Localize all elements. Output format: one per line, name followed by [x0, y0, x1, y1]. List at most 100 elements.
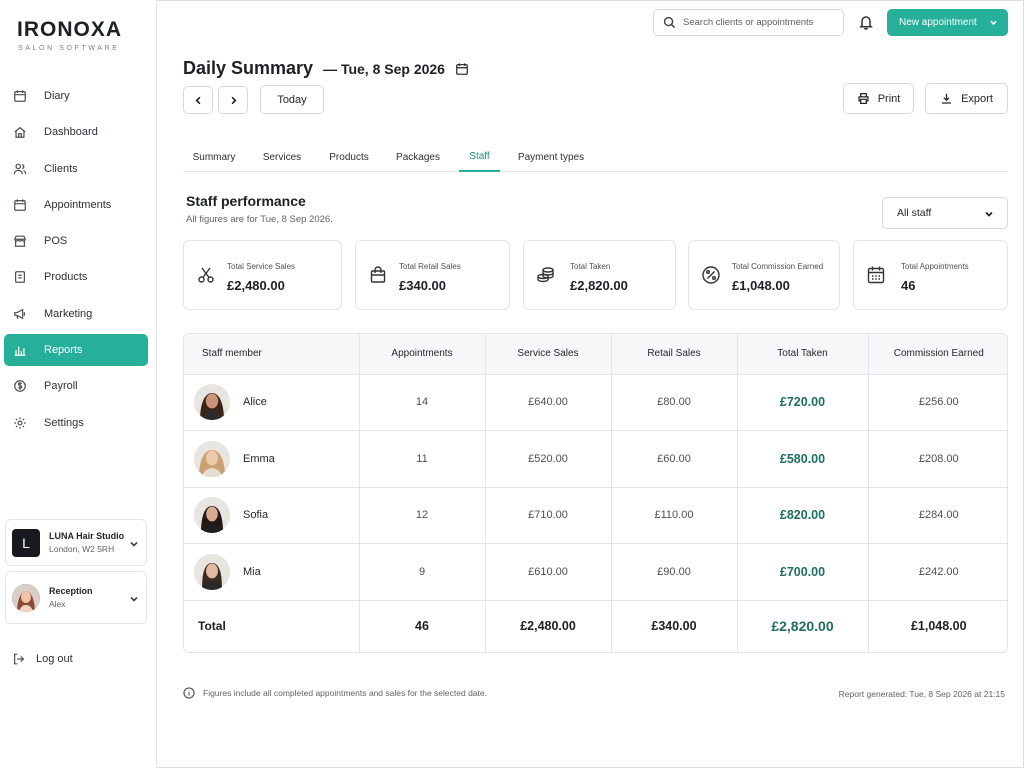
home-icon	[12, 124, 28, 140]
table-header-row: Staff member Appointments Service Sales …	[184, 334, 1007, 375]
coin-icon	[12, 378, 28, 394]
tab-summary[interactable]: Summary	[183, 142, 245, 172]
sidebar-item-pos[interactable]: POS	[4, 225, 148, 257]
sidebar-item-diary[interactable]: Diary	[4, 80, 148, 112]
cell-commission: £284.00	[868, 487, 1007, 544]
print-label: Print	[877, 92, 901, 105]
kpi-card-retail-sales: Total Retail Sales £340.00	[355, 240, 510, 310]
sidebar-item-label: Products	[44, 271, 88, 284]
kpi-label: Total Service Sales	[227, 262, 296, 271]
kpi-value: £340.00	[399, 278, 446, 293]
previous-day-button[interactable]	[183, 86, 213, 114]
date-picker-button[interactable]	[455, 62, 469, 79]
printer-icon	[858, 93, 869, 104]
brand-logo[interactable]: IRONOXA SALON SOFTWARE	[17, 18, 122, 52]
user-switcher[interactable]: Reception Alex	[5, 571, 147, 624]
staff-name: Sofia	[243, 509, 269, 522]
total-service-sales: £2,480.00	[485, 600, 612, 652]
tab-payment-types[interactable]: Payment types	[511, 142, 591, 172]
print-button[interactable]: Print	[843, 83, 914, 114]
cell-total-taken: £580.00	[737, 430, 869, 488]
sidebar-item-clients[interactable]: Clients	[4, 153, 148, 185]
tab-staff[interactable]: Staff	[459, 142, 500, 172]
brand-name: IRONOXA	[17, 18, 123, 41]
next-day-button[interactable]	[218, 86, 248, 114]
megaphone-icon	[12, 306, 28, 322]
staff-name: Mia	[243, 565, 261, 578]
page-title-text: Daily Summary	[183, 58, 314, 78]
kpi-label: Total Retail Sales	[399, 262, 461, 271]
today-button[interactable]: Today	[260, 85, 324, 114]
column-header-service-sales[interactable]: Service Sales	[485, 334, 612, 375]
search-box[interactable]	[653, 9, 844, 36]
sidebar-item-appointments[interactable]: Appointments	[4, 189, 148, 221]
chevron-down-icon	[989, 18, 998, 30]
kpi-value: 46	[901, 278, 916, 293]
sidebar-item-label: Marketing	[44, 307, 93, 320]
total-retail-sales: £340.00	[611, 600, 738, 652]
table-row[interactable]: Emma 11 £520.00 £60.00 £580.00 £208.00	[184, 430, 1007, 488]
sidebar-item-products[interactable]: Products	[4, 261, 148, 293]
logout-link[interactable]: Log out	[12, 652, 73, 666]
report-tabs: Summary Services Products Packages Staff…	[183, 142, 1008, 172]
column-header-appointments[interactable]: Appointments	[359, 334, 486, 375]
export-button[interactable]: Export	[925, 83, 1008, 114]
sidebar-item-settings[interactable]: Settings	[4, 407, 148, 439]
tab-products[interactable]: Products	[319, 142, 379, 172]
sidebar-item-payroll[interactable]: Payroll	[4, 370, 148, 402]
calendar-icon	[12, 197, 28, 213]
cell-service-sales: £640.00	[485, 374, 612, 431]
total-appointments: 46	[359, 600, 486, 652]
column-header-retail-sales[interactable]: Retail Sales	[611, 334, 738, 375]
shop-icon	[12, 233, 28, 249]
sidebar-item-label: Settings	[44, 416, 84, 429]
total-commission: £1,048.00	[910, 619, 967, 634]
footer-note: Figures include all completed appointmen…	[183, 687, 487, 699]
avatar	[194, 497, 230, 534]
sidebar-item-marketing[interactable]: Marketing	[4, 298, 148, 330]
sidebar-nav: Diary Dashboard Clients Appointments POS…	[4, 80, 148, 443]
column-header-commission[interactable]: Commission Earned	[868, 334, 1007, 375]
column-header-staff[interactable]: Staff member	[184, 334, 360, 375]
logout-label: Log out	[36, 653, 73, 665]
cell-retail-sales: £80.00	[611, 374, 738, 431]
sidebar-item-label: POS	[44, 235, 68, 248]
table-total-row: Total 46 £2,480.00 £340.00 £2,820.00 £1,…	[184, 600, 1007, 652]
sidebar-item-label: Reports	[44, 344, 83, 357]
avatar	[194, 440, 230, 477]
table-row[interactable]: Alice 14 £640.00 £80.00 £720.00 £256.00	[184, 374, 1007, 431]
studio-switcher[interactable]: L LUNA Hair Studio London, W2 5RH	[5, 519, 147, 566]
shopping-bag-icon	[368, 265, 388, 288]
kpi-label: Total Taken	[570, 262, 611, 271]
kpi-label: Total Commission Earned	[732, 262, 824, 271]
sidebar-item-dashboard[interactable]: Dashboard	[4, 116, 148, 148]
table-row[interactable]: Mia 9 £610.00 £90.00 £700.00 £242.00	[184, 543, 1007, 601]
cell-retail-sales: £60.00	[611, 430, 738, 488]
chevron-down-icon	[129, 593, 139, 607]
info-icon	[183, 687, 195, 699]
download-icon	[942, 93, 952, 104]
chevron-down-icon	[984, 209, 994, 222]
new-appointment-button[interactable]: New appointment	[887, 9, 1008, 36]
calendar-icon	[456, 63, 468, 75]
avatar	[194, 553, 230, 590]
page-date: — Tue, 8 Sep 2026	[323, 61, 445, 77]
cell-appointments: 9	[359, 543, 486, 601]
total-label: Total	[184, 600, 360, 652]
table-row[interactable]: Sofia 12 £710.00 £110.00 £820.00 £284.00	[184, 487, 1007, 544]
sidebar-item-reports[interactable]: Reports	[4, 334, 148, 367]
page-title: Daily Summary — Tue, 8 Sep 2026	[183, 58, 445, 79]
notifications-button[interactable]	[858, 14, 874, 33]
staff-filter-select[interactable]: All staff	[882, 197, 1008, 229]
sidebar: IRONOXA SALON SOFTWARE Diary Dashboard C…	[0, 0, 157, 768]
tab-services[interactable]: Services	[255, 142, 309, 172]
column-header-total-taken[interactable]: Total Taken	[737, 334, 869, 375]
kpi-card-commission: Total Commission Earned £1,048.00	[688, 240, 840, 310]
bar-chart-icon	[12, 342, 28, 358]
footer-note-text: Figures include all completed appointmen…	[203, 688, 487, 698]
user-name: Alex	[49, 599, 66, 609]
cell-service-sales: £710.00	[485, 487, 612, 544]
section-title: Staff performance	[186, 193, 306, 209]
tab-packages[interactable]: Packages	[389, 142, 447, 172]
search-input[interactable]	[683, 17, 843, 28]
